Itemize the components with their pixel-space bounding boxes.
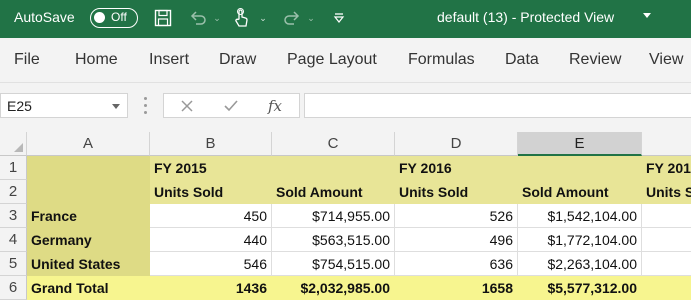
row-header-5[interactable]: 5 <box>0 252 27 276</box>
cell-f6[interactable] <box>642 276 691 300</box>
formula-buttons: fx <box>163 93 300 118</box>
toggle-knob <box>94 12 105 23</box>
tab-file[interactable]: File <box>14 51 40 69</box>
title-bar: AutoSave Off ⌄ ⌄ ⌄ default (13) - Protec… <box>0 0 691 38</box>
touch-mode-icon[interactable] <box>230 7 252 29</box>
tab-review[interactable]: Review <box>569 51 621 69</box>
cell-c4[interactable]: $563,515.00 <box>272 228 395 252</box>
touch-mode-dropdown-icon[interactable]: ⌄ <box>258 7 268 29</box>
cell-c3[interactable]: $714,955.00 <box>272 204 395 228</box>
cell-b2[interactable]: Units Sold <box>150 180 272 204</box>
cell-e2[interactable]: Sold Amount <box>518 180 642 204</box>
column-header-a[interactable]: A <box>27 132 150 156</box>
undo-icon[interactable] <box>187 7 209 29</box>
cell-e6[interactable]: $5,577,312.00 <box>518 276 642 300</box>
cell-d5[interactable]: 636 <box>395 252 518 276</box>
tab-data[interactable]: Data <box>505 51 539 69</box>
autosave-label: AutoSave <box>14 9 75 25</box>
autosave-toggle[interactable]: Off <box>90 8 138 28</box>
cell-e5[interactable]: $2,263,104.00 <box>518 252 642 276</box>
formula-bar: E25 fx <box>0 82 691 132</box>
name-box-value: E25 <box>7 98 32 114</box>
cell-a3[interactable]: France <box>27 204 150 228</box>
tab-view[interactable]: View <box>649 51 683 69</box>
tab-formulas[interactable]: Formulas <box>408 51 475 69</box>
title-dropdown-icon[interactable] <box>643 13 651 18</box>
row-header-1[interactable]: 1 <box>0 156 27 180</box>
cell-e1[interactable] <box>518 156 642 180</box>
ribbon-tabs: File Home Insert Draw Page Layout Formul… <box>0 38 691 82</box>
cell-f5[interactable] <box>642 252 691 276</box>
cancel-icon[interactable] <box>176 96 198 116</box>
worksheet-grid: A B C D E 1 2 3 4 5 6 FY 2015 FY 2016 FY… <box>0 132 691 300</box>
row-header-3[interactable]: 3 <box>0 204 27 228</box>
column-header-e[interactable]: E <box>518 132 642 156</box>
cell-d6[interactable]: 1658 <box>395 276 518 300</box>
cell-c5[interactable]: $754,515.00 <box>272 252 395 276</box>
checkmark-icon[interactable] <box>220 96 242 116</box>
undo-dropdown-icon[interactable]: ⌄ <box>212 7 222 29</box>
tab-page-layout[interactable]: Page Layout <box>287 51 377 69</box>
cell-b1[interactable]: FY 2015 <box>150 156 272 180</box>
cell-f2[interactable]: Units S <box>642 180 691 204</box>
cell-b4[interactable]: 440 <box>150 228 272 252</box>
grip-icon[interactable] <box>144 97 147 115</box>
cell-d4[interactable]: 496 <box>395 228 518 252</box>
formula-input[interactable] <box>304 93 691 118</box>
insert-function-button[interactable]: fx <box>264 96 286 116</box>
document-title: default (13) - Protected View <box>437 9 615 25</box>
column-header-b[interactable]: B <box>150 132 272 156</box>
cell-b3[interactable]: 450 <box>150 204 272 228</box>
cell-f1[interactable]: FY 201 <box>642 156 691 180</box>
redo-dropdown-icon[interactable]: ⌄ <box>306 7 316 29</box>
cell-d1[interactable]: FY 2016 <box>395 156 518 180</box>
cell-a5[interactable]: United States <box>27 252 150 276</box>
column-header-d[interactable]: D <box>395 132 518 156</box>
cell-a1[interactable] <box>27 156 150 180</box>
autosave-state: Off <box>111 10 127 24</box>
cell-a4[interactable]: Germany <box>27 228 150 252</box>
cell-e4[interactable]: $1,772,104.00 <box>518 228 642 252</box>
tab-insert[interactable]: Insert <box>149 51 189 69</box>
row-header-2[interactable]: 2 <box>0 180 27 204</box>
cell-a2[interactable] <box>27 180 150 204</box>
redo-icon[interactable] <box>281 7 303 29</box>
column-header-c[interactable]: C <box>272 132 395 156</box>
cell-b6[interactable]: 1436 <box>150 276 272 300</box>
save-icon[interactable] <box>152 7 174 29</box>
tab-draw[interactable]: Draw <box>219 51 256 69</box>
select-all-button[interactable] <box>0 132 27 156</box>
cell-b5[interactable]: 546 <box>150 252 272 276</box>
cell-f4[interactable] <box>642 228 691 252</box>
cell-e3[interactable]: $1,542,104.00 <box>518 204 642 228</box>
cell-a6[interactable]: Grand Total <box>27 276 150 300</box>
cell-d3[interactable]: 526 <box>395 204 518 228</box>
name-box[interactable]: E25 <box>0 93 128 118</box>
name-box-dropdown-icon[interactable] <box>112 104 120 109</box>
cell-d2[interactable]: Units Sold <box>395 180 518 204</box>
row-header-6[interactable]: 6 <box>0 276 27 300</box>
cell-c6[interactable]: $2,032,985.00 <box>272 276 395 300</box>
cell-c2[interactable]: Sold Amount <box>272 180 395 204</box>
column-header-f[interactable] <box>642 132 691 156</box>
row-header-4[interactable]: 4 <box>0 228 27 252</box>
tab-home[interactable]: Home <box>75 51 118 69</box>
cell-c1[interactable] <box>272 156 395 180</box>
customize-quick-access-icon[interactable] <box>330 7 348 29</box>
cell-f3[interactable] <box>642 204 691 228</box>
